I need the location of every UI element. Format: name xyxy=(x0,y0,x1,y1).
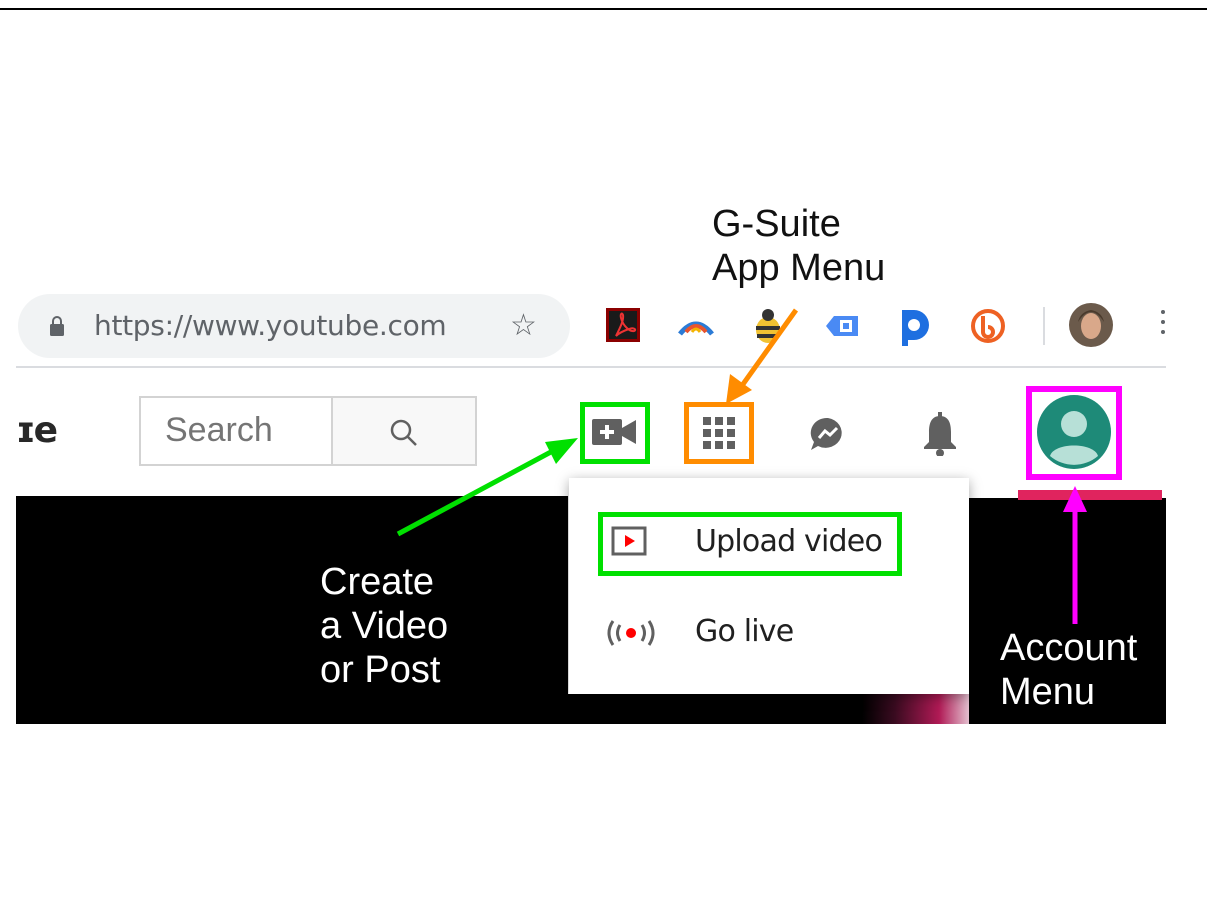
gsuite-line-1: G-Suite xyxy=(712,203,841,245)
create-arrow xyxy=(396,443,564,537)
create-line-1: Create xyxy=(320,561,435,603)
gsuite-annotation: G-Suite App Menu xyxy=(712,202,885,290)
account-arrow-head xyxy=(1063,486,1087,512)
create-line-3: or Post xyxy=(320,649,441,691)
gsuite-line-2: App Menu xyxy=(712,247,886,289)
annotation-arrows xyxy=(396,308,1087,624)
account-line-2: Menu xyxy=(1000,671,1096,713)
account-annotation: Account Menu xyxy=(1000,626,1137,714)
gsuite-arrow xyxy=(733,308,799,396)
create-line-2: a Video xyxy=(320,605,449,647)
create-annotation: Create a Video or Post xyxy=(320,560,448,692)
create-arrow-head xyxy=(545,438,578,464)
account-line-1: Account xyxy=(1000,627,1138,669)
